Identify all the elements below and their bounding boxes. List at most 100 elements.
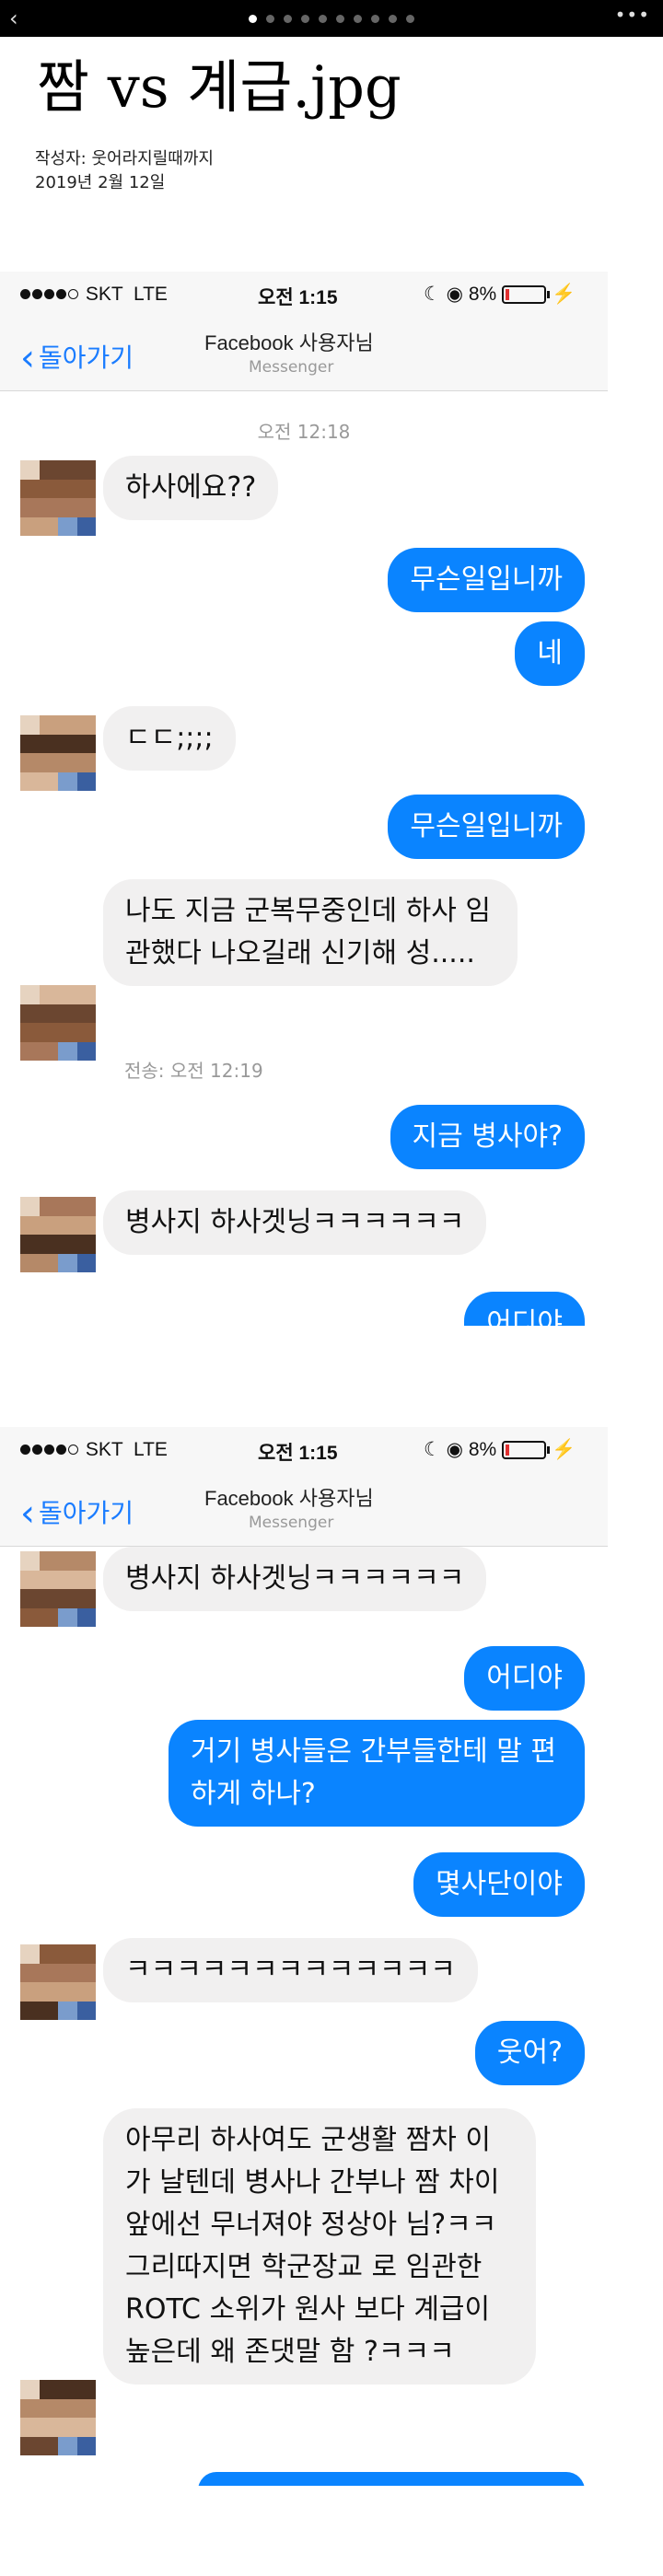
page-dot[interactable]: [354, 15, 362, 23]
sent-time: 전송: 오전 12:19: [124, 1060, 263, 1082]
avatar-mosaic-cell: [76, 2398, 96, 2418]
chevron-left-icon: ‹: [20, 337, 35, 379]
avatar-mosaic-cell: [58, 1041, 77, 1061]
avatar-mosaic-cell: [39, 460, 58, 480]
status-time: 오전 1:15: [258, 1443, 338, 1464]
avatar-mosaic-cell: [58, 2001, 77, 2020]
post-title: 짬 vs 계급.jpg: [37, 53, 401, 121]
avatar-mosaic-cell: [76, 2418, 96, 2437]
avatar-mosaic-cell: [58, 1589, 77, 1608]
avatar-mosaic-cell: [58, 1023, 77, 1042]
avatar-mosaic-cell: [58, 985, 77, 1004]
page-dot[interactable]: [301, 15, 309, 23]
avatar-mosaic-cell: [58, 498, 77, 517]
carrier: SKT LTE: [20, 284, 168, 306]
avatar-mosaic-cell: [39, 1041, 58, 1061]
avatar-mosaic-cell: [76, 1570, 96, 1589]
message-bubble: 병사지 하사겟닝ㅋㅋㅋㅋㅋㅋ: [103, 1190, 487, 1255]
message-bubble: 아무리 하사여도 군생활 짬차 이가 날텐데 병사나 간부나 짬 차이 앞에선 …: [103, 2108, 536, 2385]
message-bubble: [198, 2472, 585, 2486]
contact-sub: Messenger: [249, 1514, 334, 1532]
avatar-mosaic-cell: [39, 1023, 58, 1042]
avatar-mosaic-cell: [39, 1551, 58, 1571]
avatar-mosaic-cell: [39, 1589, 58, 1608]
avatar: [20, 1551, 96, 1627]
avatar-mosaic-cell: [58, 1607, 77, 1627]
avatar-mosaic-cell: [76, 1607, 96, 1627]
avatar-mosaic-cell: [20, 1004, 40, 1023]
page-dot[interactable]: [284, 15, 292, 23]
avatar-mosaic-cell: [39, 1197, 58, 1216]
avatar-mosaic-cell: [20, 498, 40, 517]
avatar-mosaic-cell: [76, 1253, 96, 1272]
avatar-mosaic-cell: [58, 460, 77, 480]
avatar-mosaic-cell: [76, 715, 96, 735]
avatar-mosaic-cell: [20, 1253, 40, 1272]
page-dot[interactable]: [389, 15, 397, 23]
messenger-navbar: ‹ 돌아가기 Facebook 사용자님 Messenger: [0, 316, 608, 391]
avatar-mosaic-cell: [76, 2436, 96, 2455]
page-dot[interactable]: [371, 15, 379, 23]
page-dot[interactable]: [336, 15, 344, 23]
contact-name: Facebook 사용자님: [204, 331, 374, 354]
avatar-mosaic-cell: [20, 1041, 40, 1061]
avatar-mosaic-cell: [20, 460, 40, 480]
more-options-button[interactable]: •••: [615, 4, 650, 26]
status-right: ☾ ◉ 8% ⚡: [424, 1439, 576, 1460]
message-bubble: 나도 지금 군복무중인데 하사 임관했다 나오길래 신기해 성.....: [103, 879, 518, 986]
avatar-mosaic-cell: [20, 1963, 40, 1982]
avatar-mosaic-cell: [20, 985, 40, 1004]
message-bubble: ㄷㄷ;;;;: [103, 706, 236, 771]
chat-timestamp: 오전 12:18: [257, 421, 351, 443]
avatar-mosaic-cell: [20, 1944, 40, 1964]
page-dot[interactable]: [319, 15, 327, 23]
avatar-mosaic-cell: [58, 715, 77, 735]
avatar-mosaic-cell: [39, 1607, 58, 1627]
avatar-mosaic-cell: [76, 516, 96, 536]
status-right: ☾ ◉ 8% ⚡: [424, 284, 576, 305]
avatar-mosaic-cell: [39, 715, 58, 735]
avatar-mosaic-cell: [39, 2398, 58, 2418]
avatar-mosaic-cell: [76, 498, 96, 517]
avatar-mosaic-cell: [58, 734, 77, 753]
carrier: SKT LTE: [20, 1439, 168, 1461]
avatar-mosaic-cell: [76, 2001, 96, 2020]
message-bubble: 몇사단이야: [413, 1852, 585, 1917]
back-button[interactable]: ‹ 돌아가기: [20, 1493, 134, 1532]
battery-icon: [502, 1441, 551, 1459]
status-time: 오전 1:15: [258, 287, 338, 308]
message-bubble: ㅋㅋㅋㅋㅋㅋㅋㅋㅋㅋㅋㅋㅋ: [103, 1938, 478, 2002]
status-bar: SKT LTE 오전 1:15 ☾ ◉ 8% ⚡: [0, 272, 608, 316]
chevron-left-icon: ‹: [20, 1492, 35, 1535]
avatar-mosaic-cell: [58, 2436, 77, 2455]
back-button[interactable]: ‹ 돌아가기: [20, 338, 134, 377]
message-bubble: 웃어?: [474, 2021, 585, 2085]
contact-sub: Messenger: [249, 358, 334, 377]
page-dot[interactable]: [249, 15, 257, 23]
post-author: 작성자: 웃어라지릴때까지: [35, 149, 214, 168]
avatar-mosaic-cell: [76, 479, 96, 498]
message-bubble: 거기 병사들은 간부들한테 말 편하게 하나?: [169, 1720, 585, 1827]
avatar-mosaic-cell: [76, 2380, 96, 2399]
avatar-mosaic-cell: [76, 1551, 96, 1571]
avatar-mosaic-cell: [58, 2398, 77, 2418]
avatar-mosaic-cell: [58, 2380, 77, 2399]
avatar: [20, 2380, 96, 2455]
avatar-mosaic-cell: [58, 2418, 77, 2437]
avatar-mosaic-cell: [39, 1963, 58, 1982]
avatar-mosaic-cell: [39, 1944, 58, 1964]
avatar-mosaic-cell: [39, 2001, 58, 2020]
avatar-mosaic-cell: [20, 1215, 40, 1235]
post-meta: 작성자: 웃어라지릴때까지 2019년 2월 12일: [35, 147, 214, 195]
chat-screenshot-1: SKT LTE 오전 1:15 ☾ ◉ 8% ⚡ ‹ 돌아가기 Facebook …: [0, 272, 663, 1326]
page-dot[interactable]: [406, 15, 414, 23]
avatar-mosaic-cell: [58, 1570, 77, 1589]
page-dot[interactable]: [266, 15, 274, 23]
avatar-mosaic-cell: [58, 1982, 77, 2002]
avatar-mosaic-cell: [39, 2418, 58, 2437]
battery-icon: [502, 285, 551, 304]
avatar-mosaic-cell: [20, 1023, 40, 1042]
avatar-mosaic-cell: [20, 1235, 40, 1254]
avatar-mosaic-cell: [58, 1963, 77, 1982]
avatar-mosaic-cell: [20, 2436, 40, 2455]
